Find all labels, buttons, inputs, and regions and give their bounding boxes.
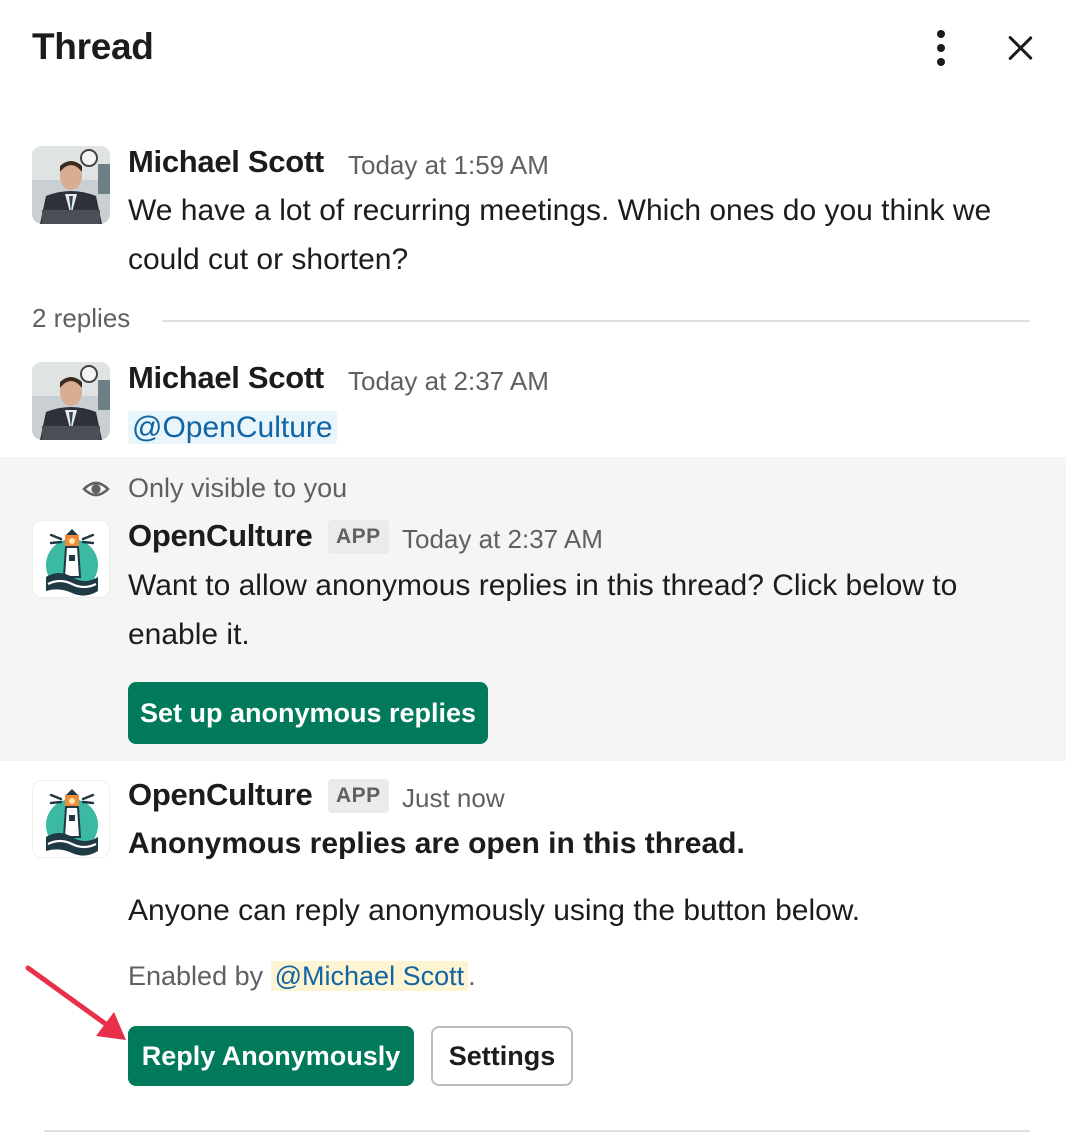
message-timestamp[interactable]: Today at 1:59 AM xyxy=(348,150,549,181)
settings-button[interactable]: Settings xyxy=(431,1026,573,1086)
thread-title: Thread xyxy=(32,26,154,67)
app-badge: APP xyxy=(328,779,389,813)
thread-header: Thread xyxy=(0,0,1066,100)
message-author[interactable]: OpenCulture xyxy=(128,518,313,554)
message-author[interactable]: Michael Scott xyxy=(128,360,324,396)
kebab-vertical-icon[interactable] xyxy=(926,28,958,68)
message-timestamp[interactable]: Today at 2:37 AM xyxy=(348,366,549,397)
user-mention[interactable]: @Michael Scott xyxy=(270,961,469,991)
app-avatar[interactable] xyxy=(32,520,110,598)
enabled-by-prefix: Enabled by xyxy=(128,961,264,991)
enabled-by-line: Enabled by @Michael Scott. xyxy=(128,961,476,992)
avatar[interactable] xyxy=(32,146,110,224)
replies-divider xyxy=(162,320,1030,322)
message-text: Want to allow anonymous replies in this … xyxy=(128,569,958,651)
user-mention[interactable]: @OpenCulture xyxy=(128,411,337,444)
enabled-by-suffix: . xyxy=(468,961,476,991)
app-badge: APP xyxy=(328,520,389,554)
annotation-arrow-icon xyxy=(25,965,126,1040)
setup-anonymous-replies-button[interactable]: Set up anonymous replies xyxy=(128,682,488,744)
message-timestamp[interactable]: Just now xyxy=(402,783,505,814)
message-timestamp[interactable]: Today at 2:37 AM xyxy=(402,524,603,555)
message-text: Anyone can reply anonymously using the b… xyxy=(128,894,861,927)
eye-icon xyxy=(82,481,110,497)
replies-count: 2 replies xyxy=(32,303,131,333)
avatar[interactable] xyxy=(32,362,110,440)
message-author[interactable]: OpenCulture xyxy=(128,777,313,813)
only-visible-label: Only visible to you xyxy=(128,473,348,503)
message-text: We have a lot of recurring meetings. Whi… xyxy=(128,194,992,276)
message-text: @OpenCulture xyxy=(128,403,337,452)
close-icon[interactable] xyxy=(1000,28,1040,68)
reply-anonymously-button[interactable]: Reply Anonymously xyxy=(128,1026,414,1086)
message-author[interactable]: Michael Scott xyxy=(128,144,324,180)
message-headline: Anonymous replies are open in this threa… xyxy=(128,827,745,860)
app-avatar[interactable] xyxy=(32,780,110,858)
